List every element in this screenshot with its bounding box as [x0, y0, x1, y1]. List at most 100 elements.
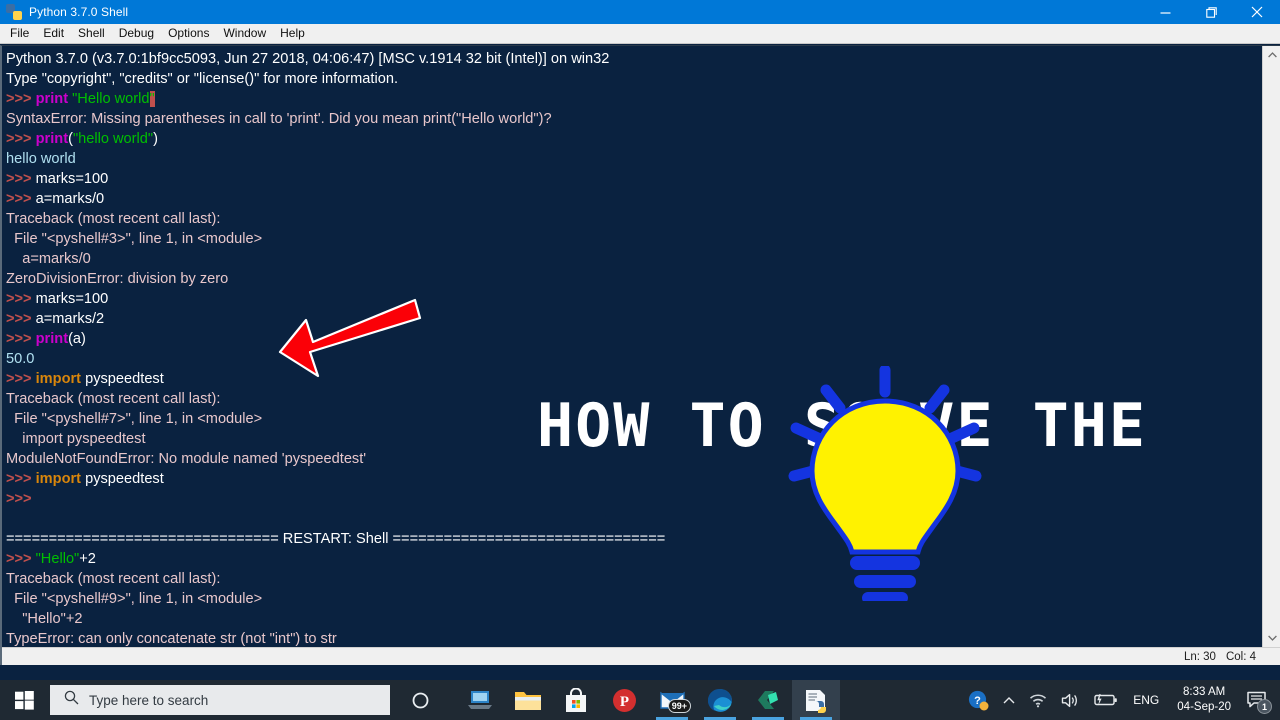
shell-token-plain: Python 3.7.0 (v3.7.0:1bf9cc5093, Jun 27 … — [6, 51, 610, 67]
menu-item-options[interactable]: Options — [161, 24, 216, 43]
shell-token-prompt: >>> — [6, 171, 36, 187]
chevron-up-icon[interactable] — [996, 680, 1022, 720]
restore-icon[interactable] — [1188, 0, 1234, 24]
shell-token-err: a=marks/0 — [6, 251, 91, 267]
battery-charging-icon[interactable] — [1087, 680, 1125, 720]
search-input[interactable]: Type here to search — [50, 685, 390, 715]
svg-text:P: P — [619, 694, 628, 710]
minimize-icon[interactable] — [1142, 0, 1188, 24]
shell-token-str: "Hello" — [35, 551, 80, 567]
shell-line: Type "copyright", "credits" or "license(… — [6, 69, 1260, 89]
shell-line: >>> print("hello world") — [6, 129, 1260, 149]
shell-token-plain: Type "copyright", "credits" or "license(… — [6, 71, 399, 87]
menu-item-file[interactable]: File — [3, 24, 36, 43]
taskbar: Type here to search P 99+ ? ENG 8:33 AM … — [0, 680, 1280, 720]
mail-icon[interactable]: 99+ — [648, 680, 696, 720]
shell-token-prompt: >>> — [6, 331, 36, 347]
help-question-icon[interactable]: ? — [961, 680, 996, 720]
shell-token-kw2: import — [35, 371, 82, 387]
shell-token-err: File "<pyshell#7>", line 1, in <module> — [6, 411, 263, 427]
shell-token-err: SyntaxError: Missing parentheses in call… — [6, 111, 552, 127]
shell-token-prompt: >>> — [6, 131, 36, 147]
python-idle-icon[interactable] — [792, 680, 840, 720]
shell-token-plain: ) — [153, 131, 158, 147]
shell-token-err: ZeroDivisionError: division by zero — [6, 271, 229, 287]
shell-token-err: File "<pyshell#9>", line 1, in <module> — [6, 591, 263, 607]
shell-token-plain: +2 — [79, 551, 96, 567]
language-indicator[interactable]: ENG — [1125, 693, 1167, 707]
shell-token-out: hello world — [6, 151, 76, 167]
shell-token-plain: pyspeedtest — [81, 471, 164, 487]
shell-token-prompt: >>> — [6, 371, 36, 387]
shell-token-err: ModuleNotFoundError: No module named 'py… — [6, 451, 367, 467]
menu-item-debug[interactable]: Debug — [112, 24, 161, 43]
shell-token-kw2: import — [35, 471, 82, 487]
search-placeholder: Type here to search — [89, 692, 209, 708]
clock[interactable]: 8:33 AM 04-Sep-20 — [1167, 685, 1241, 715]
window-title: Python 3.7.0 Shell — [29, 5, 129, 19]
shell-token-plain: a=marks/0 — [35, 191, 105, 207]
action-center-icon[interactable]: 1 — [1241, 680, 1276, 720]
shell-token-plain: a=marks/2 — [35, 311, 105, 327]
scroll-up-icon[interactable] — [1263, 46, 1280, 64]
shell-line: Python 3.7.0 (v3.7.0:1bf9cc5093, Jun 27 … — [6, 49, 1260, 69]
shell-token-plain: pyspeedtest — [81, 371, 164, 387]
shell-token-kw: print — [35, 91, 69, 107]
microsoft-edge-icon[interactable] — [696, 680, 744, 720]
notification-count-badge: 1 — [1257, 699, 1272, 714]
menubar: File Edit Shell Debug Options Window Help — [0, 24, 1280, 44]
clock-date: 04-Sep-20 — [1177, 701, 1231, 713]
green-app-icon[interactable] — [744, 680, 792, 720]
menu-item-shell[interactable]: Shell — [71, 24, 112, 43]
shell-token-plain: (a) — [68, 331, 86, 347]
shell-token-out: 50.0 — [6, 351, 35, 367]
windows-start-icon[interactable] — [0, 680, 48, 720]
shell-token-err: TypeError: can only concatenate str (not… — [6, 631, 337, 647]
window-titlebar: Python 3.7.0 Shell — [0, 0, 1280, 24]
microsoft-store-icon[interactable] — [552, 680, 600, 720]
shell-token-err: File "<pyshell#3>", line 1, in <module> — [6, 231, 263, 247]
shell-token-prompt: >>> — [6, 91, 36, 107]
red-arrow-icon — [276, 292, 422, 395]
taskbar-app-list: P 99+ — [456, 680, 840, 720]
search-icon — [64, 690, 79, 710]
pdf-app-icon[interactable]: P — [600, 680, 648, 720]
window-controls — [1142, 0, 1280, 24]
python-logo-icon — [6, 4, 22, 20]
shell-line: >>> print "Hello world" — [6, 89, 1260, 109]
mail-badge: 99+ — [667, 699, 691, 713]
screen-root: Python 3.7.0 Shell File Edit Shell Debug Opt… — [0, 0, 1280, 720]
cortana-circle-icon[interactable] — [396, 680, 444, 720]
system-tray: ? ENG 8:33 AM 04-Sep-20 1 — [961, 680, 1280, 720]
scroll-down-icon[interactable] — [1263, 629, 1280, 647]
shell-token-plain: marks=100 — [35, 291, 109, 307]
shell-token-kw: print — [35, 131, 69, 147]
shell-line: SyntaxError: Missing parentheses in call… — [6, 109, 1260, 129]
shell-token-str: "hello world" — [72, 131, 154, 147]
shell-token-kw: print — [35, 331, 69, 347]
menu-item-edit[interactable]: Edit — [36, 24, 71, 43]
wifi-icon[interactable] — [1022, 680, 1054, 720]
light-bulb-icon — [780, 364, 990, 606]
shell-token-err: import pyspeedtest — [6, 431, 146, 447]
shell-token-err: Traceback (most recent call last): — [6, 571, 221, 587]
menu-item-window[interactable]: Window — [216, 24, 273, 43]
file-explorer-icon[interactable] — [504, 680, 552, 720]
shell-token-prompt: >>> — [6, 471, 36, 487]
remote-desktop-icon[interactable] — [456, 680, 504, 720]
vertical-scrollbar[interactable] — [1262, 46, 1280, 647]
shell-token-err: "Hello"+2 — [6, 611, 83, 627]
shell-token-prompt: >>> — [6, 191, 36, 207]
shell-token-caret: " — [149, 91, 155, 107]
shell-token-err: Traceback (most recent call last): — [6, 211, 221, 227]
shell-token-prompt: >>> — [6, 291, 36, 307]
close-icon[interactable] — [1234, 0, 1280, 24]
clock-time: 8:33 AM — [1183, 686, 1226, 698]
shell-token-prompt: >>> — [6, 551, 36, 567]
speaker-icon[interactable] — [1054, 680, 1087, 720]
menu-item-help[interactable]: Help — [273, 24, 312, 43]
shell-token-prompt: >>> — [6, 491, 36, 507]
shell-line: hello world — [6, 149, 1260, 169]
shell-token-err: Traceback (most recent call last): — [6, 391, 221, 407]
shell-token-plain: marks=100 — [35, 171, 109, 187]
